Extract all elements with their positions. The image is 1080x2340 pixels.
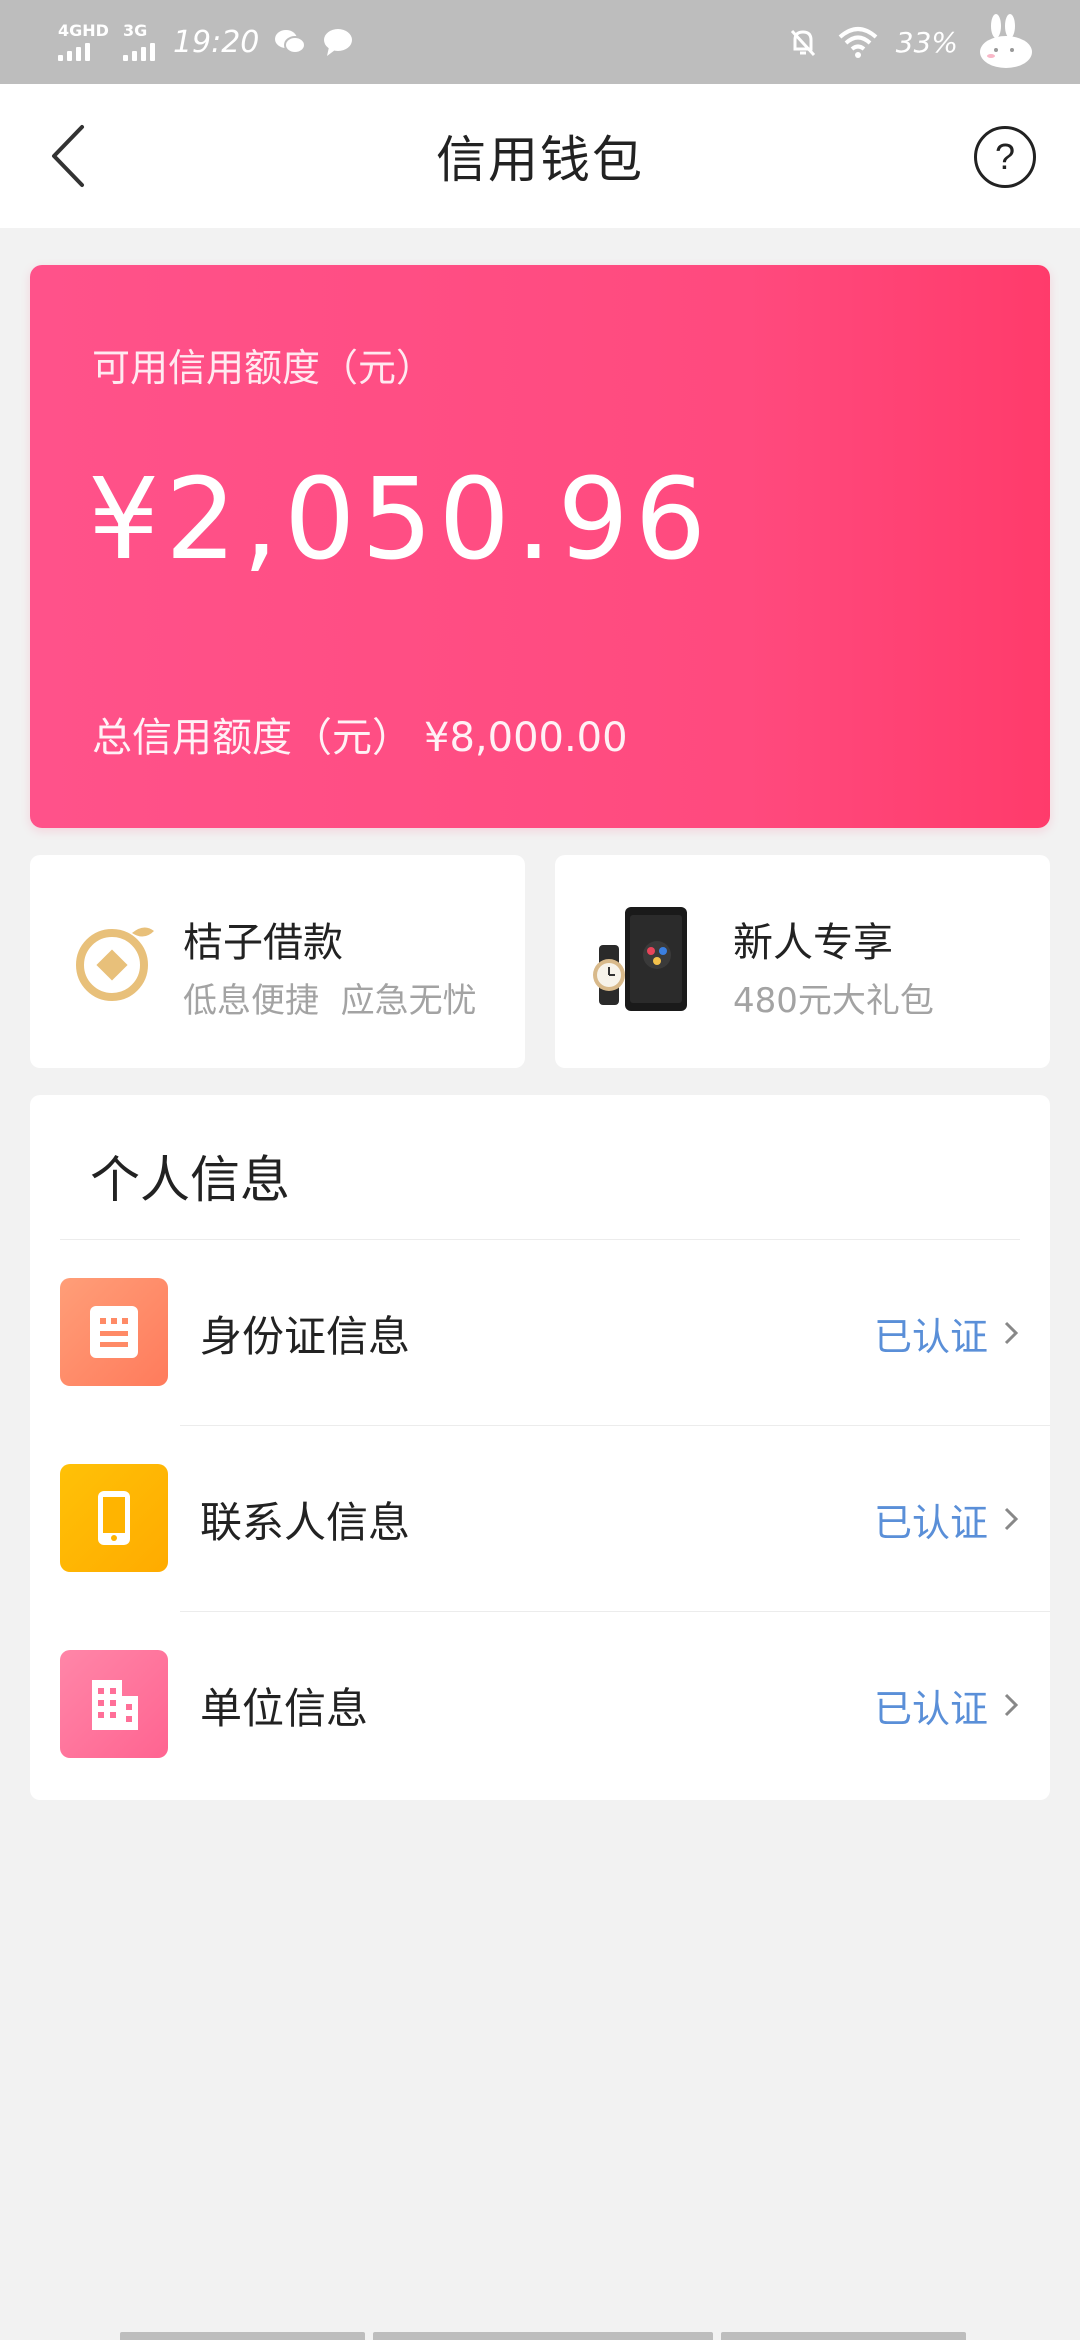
verified-status: 已认证: [873, 1686, 988, 1731]
info-row-id-card[interactable]: 身份证信息 已认证: [30, 1240, 1050, 1426]
id-card-icon: [60, 1278, 168, 1386]
info-row-employer[interactable]: 单位信息 已认证: [30, 1612, 1050, 1798]
battery-text: 33%: [895, 25, 958, 59]
building-icon: [60, 1650, 168, 1758]
available-credit-label: 可用信用额度（元）: [92, 346, 435, 390]
mute-bell-icon: [790, 29, 815, 57]
total-credit-amount: ¥8,000.00: [424, 715, 628, 761]
info-row-label: 联系人信息: [200, 1497, 411, 1547]
chevron-right-icon: [1002, 1612, 1020, 1798]
info-row-contacts[interactable]: 联系人信息 已认证: [30, 1426, 1050, 1612]
promo-card-loan[interactable]: 桔子借款 低息便捷 应急无忧: [30, 855, 525, 1068]
clock: 19:20: [172, 24, 260, 60]
promo-subtitle: 480元大礼包: [733, 981, 934, 1021]
wechat-icon: [275, 30, 307, 54]
verified-status: 已认证: [873, 1314, 988, 1359]
promo-subtitle: 低息便捷 应急无忧: [183, 981, 477, 1021]
info-row-label: 身份证信息: [200, 1311, 411, 1361]
signal-bars-icon: [58, 43, 90, 61]
total-credit-label: 总信用额度（元）: [92, 715, 412, 761]
verified-status: 已认证: [873, 1500, 988, 1545]
network-label-1: 4GHD: [58, 21, 109, 40]
credit-card: 可用信用额度（元） ¥2,050.96 总信用额度（元） ¥8,000.00: [30, 265, 1050, 828]
status-right: 33%: [786, 14, 1044, 70]
page-title: 信用钱包: [436, 131, 644, 189]
chevron-right-icon: [1002, 1426, 1020, 1612]
status-bar: 4GHD 3G 19:20 33%: [0, 0, 1080, 84]
bunny-battery-icon: [980, 14, 1032, 68]
orange-coin-icon: [76, 927, 154, 1001]
help-button[interactable]: ?: [974, 126, 1036, 188]
nav-bar: 信用钱包 ?: [0, 84, 1080, 228]
help-icon: ?: [994, 136, 1016, 177]
section-title: 个人信息: [90, 1151, 290, 1209]
wifi-icon: [838, 27, 878, 58]
network-indicator-1: 4GHD: [58, 23, 109, 61]
status-left: 4GHD 3G 19:20: [58, 14, 355, 70]
message-icon: [324, 29, 353, 56]
network-indicator-2: 3G: [122, 21, 155, 61]
promo-card-newuser[interactable]: 新人专享 480元大礼包: [555, 855, 1050, 1068]
chevron-right-icon: [1002, 1240, 1020, 1426]
promo-title: 桔子借款: [183, 920, 343, 966]
info-row-label: 单位信息: [200, 1683, 369, 1733]
phone-watch-image-icon: [593, 907, 687, 1011]
phone-icon: [60, 1464, 168, 1572]
total-credit-line: 总信用额度（元） ¥8,000.00: [92, 705, 640, 763]
personal-info-card: 个人信息 身份证信息 已认证 联系人信息 已认证 单位信息 已认证: [30, 1095, 1050, 1800]
promo-title: 新人专享: [733, 920, 893, 966]
network-label-2: 3G: [122, 21, 148, 40]
bottom-gesture-bar: [120, 2332, 966, 2340]
signal-bars-icon: [122, 43, 155, 61]
available-credit-amount: ¥2,050.96: [88, 455, 713, 585]
